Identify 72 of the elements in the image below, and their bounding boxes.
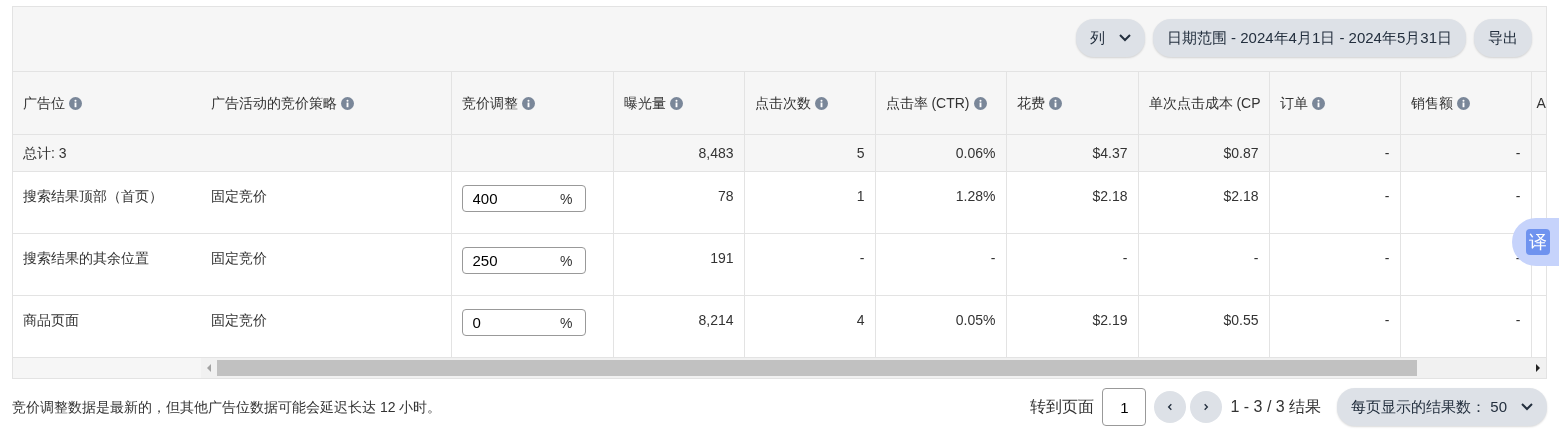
table-cell: $0.55 xyxy=(1223,312,1259,328)
percent-unit: % xyxy=(560,252,573,271)
column-header[interactable]: 广告活动的竞价策略 xyxy=(211,94,337,111)
scroll-right-icon[interactable] xyxy=(1534,363,1542,373)
column-header[interactable]: 广告位 xyxy=(23,94,65,111)
total-label: 总计: 3 xyxy=(23,144,67,161)
table-cell: 1.28% xyxy=(955,188,996,204)
table-cell: - xyxy=(1122,250,1128,266)
goto-page-label: 转到页面 xyxy=(1030,397,1095,417)
percent-unit: % xyxy=(560,190,573,209)
info-icon[interactable] xyxy=(973,96,987,110)
table-cell: - xyxy=(1384,312,1390,328)
table-cell: 8,214 xyxy=(698,312,734,328)
table-cell: 0.05% xyxy=(955,312,996,328)
result-range: 1 - 3 / 3 结果 xyxy=(1230,397,1322,417)
horizontal-scrollbar[interactable] xyxy=(201,358,1546,378)
strategy-cell: 固定竞价 xyxy=(211,250,267,266)
total-cell: - xyxy=(1384,144,1390,161)
info-icon[interactable] xyxy=(341,96,354,110)
column-header[interactable]: 点击率 (CTR) xyxy=(885,94,970,111)
columns-dropdown[interactable]: 列 xyxy=(1075,19,1145,57)
table-cell: $2.18 xyxy=(1092,188,1128,204)
table-cell: $2.18 xyxy=(1223,188,1259,204)
placement-cell: 商品页面 xyxy=(23,312,79,328)
total-cell: 0.06% xyxy=(955,144,996,161)
table-cell: - xyxy=(1384,188,1390,204)
placement-cell: 搜索结果的其余位置 xyxy=(23,250,149,266)
column-header[interactable]: A xyxy=(1536,94,1546,111)
table-cell: - xyxy=(990,250,996,266)
toolbar-button[interactable]: 日期范围 - 2024年4月1日 - 2024年5月31日 xyxy=(1152,19,1466,57)
total-cell: $0.87 xyxy=(1223,144,1259,161)
strategy-cell: 固定竞价 xyxy=(211,188,267,204)
scrollbar-thumb[interactable] xyxy=(217,360,1417,376)
column-header[interactable]: 销售额 xyxy=(1410,94,1453,111)
table-cell: - xyxy=(1515,250,1521,266)
caret-icon xyxy=(1118,34,1131,42)
column-header[interactable]: 单次点击成本 (CP xyxy=(1148,94,1261,111)
info-icon[interactable] xyxy=(69,96,82,110)
table-cell: - xyxy=(1515,188,1521,204)
table-cell: $2.19 xyxy=(1092,312,1128,328)
column-header[interactable]: 订单 xyxy=(1279,94,1308,111)
page-size-dropdown[interactable]: 每页显示的结果数： 50 xyxy=(1337,388,1547,426)
table-cell: 191 xyxy=(710,250,734,266)
toolbar-button[interactable]: 导出 xyxy=(1474,19,1532,57)
total-cell: 8,483 xyxy=(698,144,734,161)
info-icon[interactable] xyxy=(1311,96,1325,110)
caret-icon xyxy=(1521,403,1533,411)
percent-unit: % xyxy=(560,314,573,333)
info-icon[interactable] xyxy=(1048,96,1062,110)
table-cell: - xyxy=(1515,312,1521,328)
table-cell: - xyxy=(1384,250,1390,266)
info-icon[interactable] xyxy=(669,96,683,110)
table-cell: 1 xyxy=(856,188,865,204)
column-header[interactable]: 竞价调整 xyxy=(461,94,518,111)
footer-note: 竞价调整数据是最新的，但其他广告位数据可能会延迟长达 12 小时。 xyxy=(12,397,442,417)
strategy-cell: 固定竞价 xyxy=(211,312,267,328)
table-cell: 4 xyxy=(856,312,865,328)
column-header[interactable]: 曝光量 xyxy=(623,94,666,111)
column-header[interactable]: 点击次数 xyxy=(754,94,811,111)
table-cell: - xyxy=(859,250,865,266)
info-icon[interactable] xyxy=(521,96,535,110)
table-cell: 78 xyxy=(717,188,734,204)
table-cell: - xyxy=(1253,250,1259,266)
info-icon[interactable] xyxy=(1456,96,1470,110)
total-cell: - xyxy=(1515,144,1521,161)
placement-cell: 搜索结果顶部（首页） xyxy=(23,188,163,204)
total-cell: 5 xyxy=(856,144,865,161)
column-header[interactable]: 花费 xyxy=(1016,94,1045,111)
info-icon[interactable] xyxy=(814,96,828,110)
page-field[interactable]: 1 xyxy=(1102,388,1147,426)
total-cell: $4.37 xyxy=(1092,144,1128,161)
scroll-left-icon[interactable] xyxy=(205,363,213,373)
